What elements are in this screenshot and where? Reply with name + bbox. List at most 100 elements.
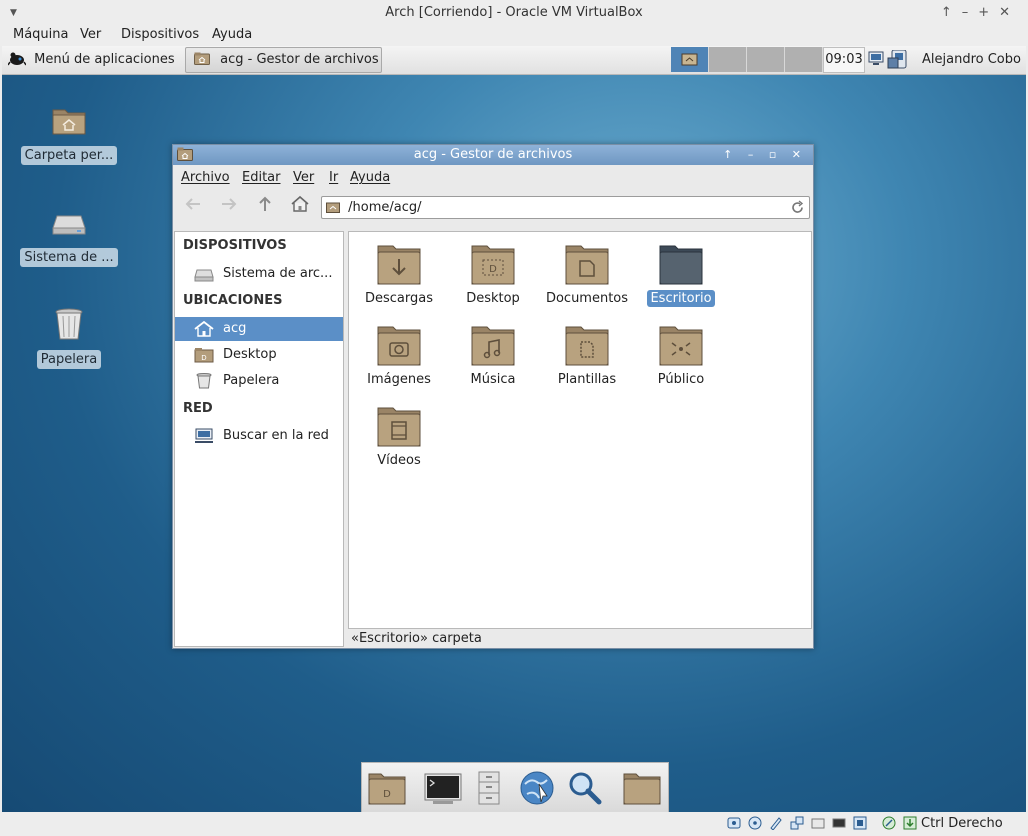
desktop-icon-trash[interactable]: Papelera — [19, 306, 119, 369]
svg-text:D: D — [489, 264, 497, 275]
keyboard-capture-icon[interactable] — [903, 816, 917, 830]
menu-ver[interactable]: Ver — [293, 167, 314, 189]
window-menu-icon[interactable]: ▼ — [10, 0, 17, 26]
workspace-2[interactable] — [709, 47, 747, 72]
folder-icon[interactable] — [622, 770, 662, 806]
desktop-folder-icon: D — [471, 245, 515, 285]
sidebar-item-label: Buscar en la red — [223, 428, 329, 443]
svg-text:D: D — [201, 354, 206, 362]
menu-ir[interactable]: Ir — [329, 167, 338, 189]
folder-documentos[interactable]: Documentos — [542, 242, 632, 307]
host-status-bar: Ctrl Derecho — [0, 812, 1028, 836]
templates-folder-icon — [565, 326, 609, 366]
desktop-folder-icon[interactable]: D — [367, 770, 407, 806]
sidebar-item-label: acg — [223, 321, 247, 336]
music-folder-icon — [471, 326, 515, 366]
file-manager-window: acg - Gestor de archivos ↑ – ▫ ✕ Archivo… — [172, 144, 814, 649]
folder-escritorio[interactable]: Escritorio — [636, 242, 726, 307]
forward-arrow-icon[interactable] — [219, 195, 239, 213]
folder-imagenes[interactable]: Imágenes — [354, 323, 444, 388]
file-manager-window-buttons[interactable]: ↑ – ▫ ✕ — [723, 145, 807, 165]
workspace-4[interactable] — [785, 47, 823, 72]
sidebar-item-label: Papelera — [223, 373, 280, 388]
folder-plantillas[interactable]: Plantillas — [542, 323, 632, 388]
videos-folder-icon — [377, 407, 421, 447]
up-arrow-icon[interactable] — [255, 195, 275, 213]
sidebar-item-filesystem[interactable]: Sistema de arc... — [175, 262, 343, 286]
host-key-label: Ctrl Derecho — [921, 816, 1003, 831]
menu-dispositivos[interactable]: Dispositivos — [121, 27, 199, 42]
desktop-icon-home[interactable]: Carpeta per... — [19, 102, 119, 165]
folder-icon — [681, 53, 698, 66]
menu-maquina[interactable]: Máquina — [13, 27, 69, 42]
menu-archivo[interactable]: Archivo — [181, 167, 230, 189]
mouse-integration-icon[interactable] — [882, 816, 896, 830]
terminal-icon[interactable] — [423, 770, 463, 806]
workspace-3[interactable] — [747, 47, 785, 72]
audio-icon[interactable] — [769, 816, 783, 830]
display-icon[interactable] — [832, 816, 846, 830]
host-window-title: Arch [Corriendo] - Oracle VM VirtualBox — [385, 5, 643, 20]
folder-videos[interactable]: Vídeos — [354, 404, 444, 469]
home-icon[interactable] — [290, 195, 310, 213]
back-arrow-icon[interactable] — [183, 195, 203, 213]
optical-drive-icon[interactable] — [748, 816, 762, 830]
file-view: Descargas D Desktop Documentos Escritori… — [348, 231, 812, 629]
workspace-1[interactable] — [671, 47, 709, 72]
download-folder-icon — [377, 245, 421, 285]
folder-desktop[interactable]: D Desktop — [448, 242, 538, 307]
sidebar-item-trash[interactable]: Papelera — [175, 369, 343, 393]
guest-desktop: Menú de aplicaciones acg - Gestor de arc… — [2, 46, 1026, 812]
folder-label: Público — [657, 372, 705, 387]
file-manager-menubar: Archivo Editar Ver Ir Ayuda — [173, 165, 813, 187]
host-title-bar: ▼ Arch [Corriendo] - Oracle VM VirtualBo… — [0, 0, 1028, 26]
file-manager-titlebar[interactable]: acg - Gestor de archivos ↑ – ▫ ✕ — [173, 145, 813, 165]
user-name[interactable]: Alejandro Cobo — [922, 50, 1021, 70]
folder-publico[interactable]: Público — [636, 323, 726, 388]
drive-icon — [194, 269, 214, 282]
hard-disk-icon[interactable] — [727, 816, 741, 830]
menu-ayuda[interactable]: Ayuda — [350, 167, 390, 189]
folder-label: Escritorio — [647, 290, 715, 307]
pictures-folder-icon — [377, 326, 421, 366]
network-icon[interactable] — [868, 50, 912, 70]
sidebar-item-browse-network[interactable]: Buscar en la red — [175, 424, 343, 448]
sidebar-item-label: Sistema de arc... — [223, 266, 333, 281]
network-adapter-icon[interactable] — [790, 816, 804, 830]
desktop-folder-icon: D — [194, 348, 214, 363]
sidebar-item-acg[interactable]: acg — [175, 317, 343, 341]
window-controls[interactable]: ↑–+✕ — [941, 0, 1020, 26]
menu-ver[interactable]: Ver — [80, 27, 101, 42]
top-panel: Menú de aplicaciones acg - Gestor de arc… — [2, 46, 1026, 75]
panel-clock[interactable]: 09:03 — [823, 47, 865, 73]
applications-menu[interactable]: Menú de aplicaciones — [8, 50, 175, 70]
video-capture-icon[interactable] — [853, 816, 867, 830]
desktop-icon-label: Papelera — [36, 350, 102, 369]
sidebar-item-desktop[interactable]: D Desktop — [175, 343, 343, 367]
trash-icon — [196, 373, 212, 389]
shared-folder-icon[interactable] — [811, 816, 825, 830]
folder-label: Descargas — [364, 291, 433, 306]
menu-ayuda[interactable]: Ayuda — [212, 27, 252, 42]
folder-musica[interactable]: Música — [448, 323, 538, 388]
folder-label: Plantillas — [557, 372, 617, 387]
file-manager-toolbar: /home/acg/ — [173, 189, 813, 219]
trash-icon — [55, 308, 83, 340]
location-bar[interactable]: /home/acg/ — [321, 196, 810, 219]
web-browser-icon[interactable] — [517, 770, 557, 806]
sidebar-item-label: Desktop — [223, 347, 277, 362]
folder-descargas[interactable]: Descargas — [354, 242, 444, 307]
taskbar-button-file-manager[interactable]: acg - Gestor de archivos — [185, 47, 382, 73]
desktop-icon-filesystem[interactable]: Sistema de ... — [19, 204, 119, 267]
file-cabinet-icon[interactable] — [469, 770, 509, 806]
public-folder-icon — [659, 326, 703, 366]
folder-label: Imágenes — [367, 372, 431, 387]
search-icon[interactable] — [565, 770, 605, 806]
folder-label: Música — [470, 372, 516, 387]
sidebar-header-devices: DISPOSITIVOS — [183, 238, 287, 253]
home-folder-icon — [326, 202, 340, 213]
status-bar-text: «Escritorio» carpeta — [351, 631, 482, 646]
menu-editar[interactable]: Editar — [242, 167, 281, 189]
reload-icon[interactable] — [790, 200, 805, 215]
sidebar-header-network: RED — [183, 401, 213, 416]
